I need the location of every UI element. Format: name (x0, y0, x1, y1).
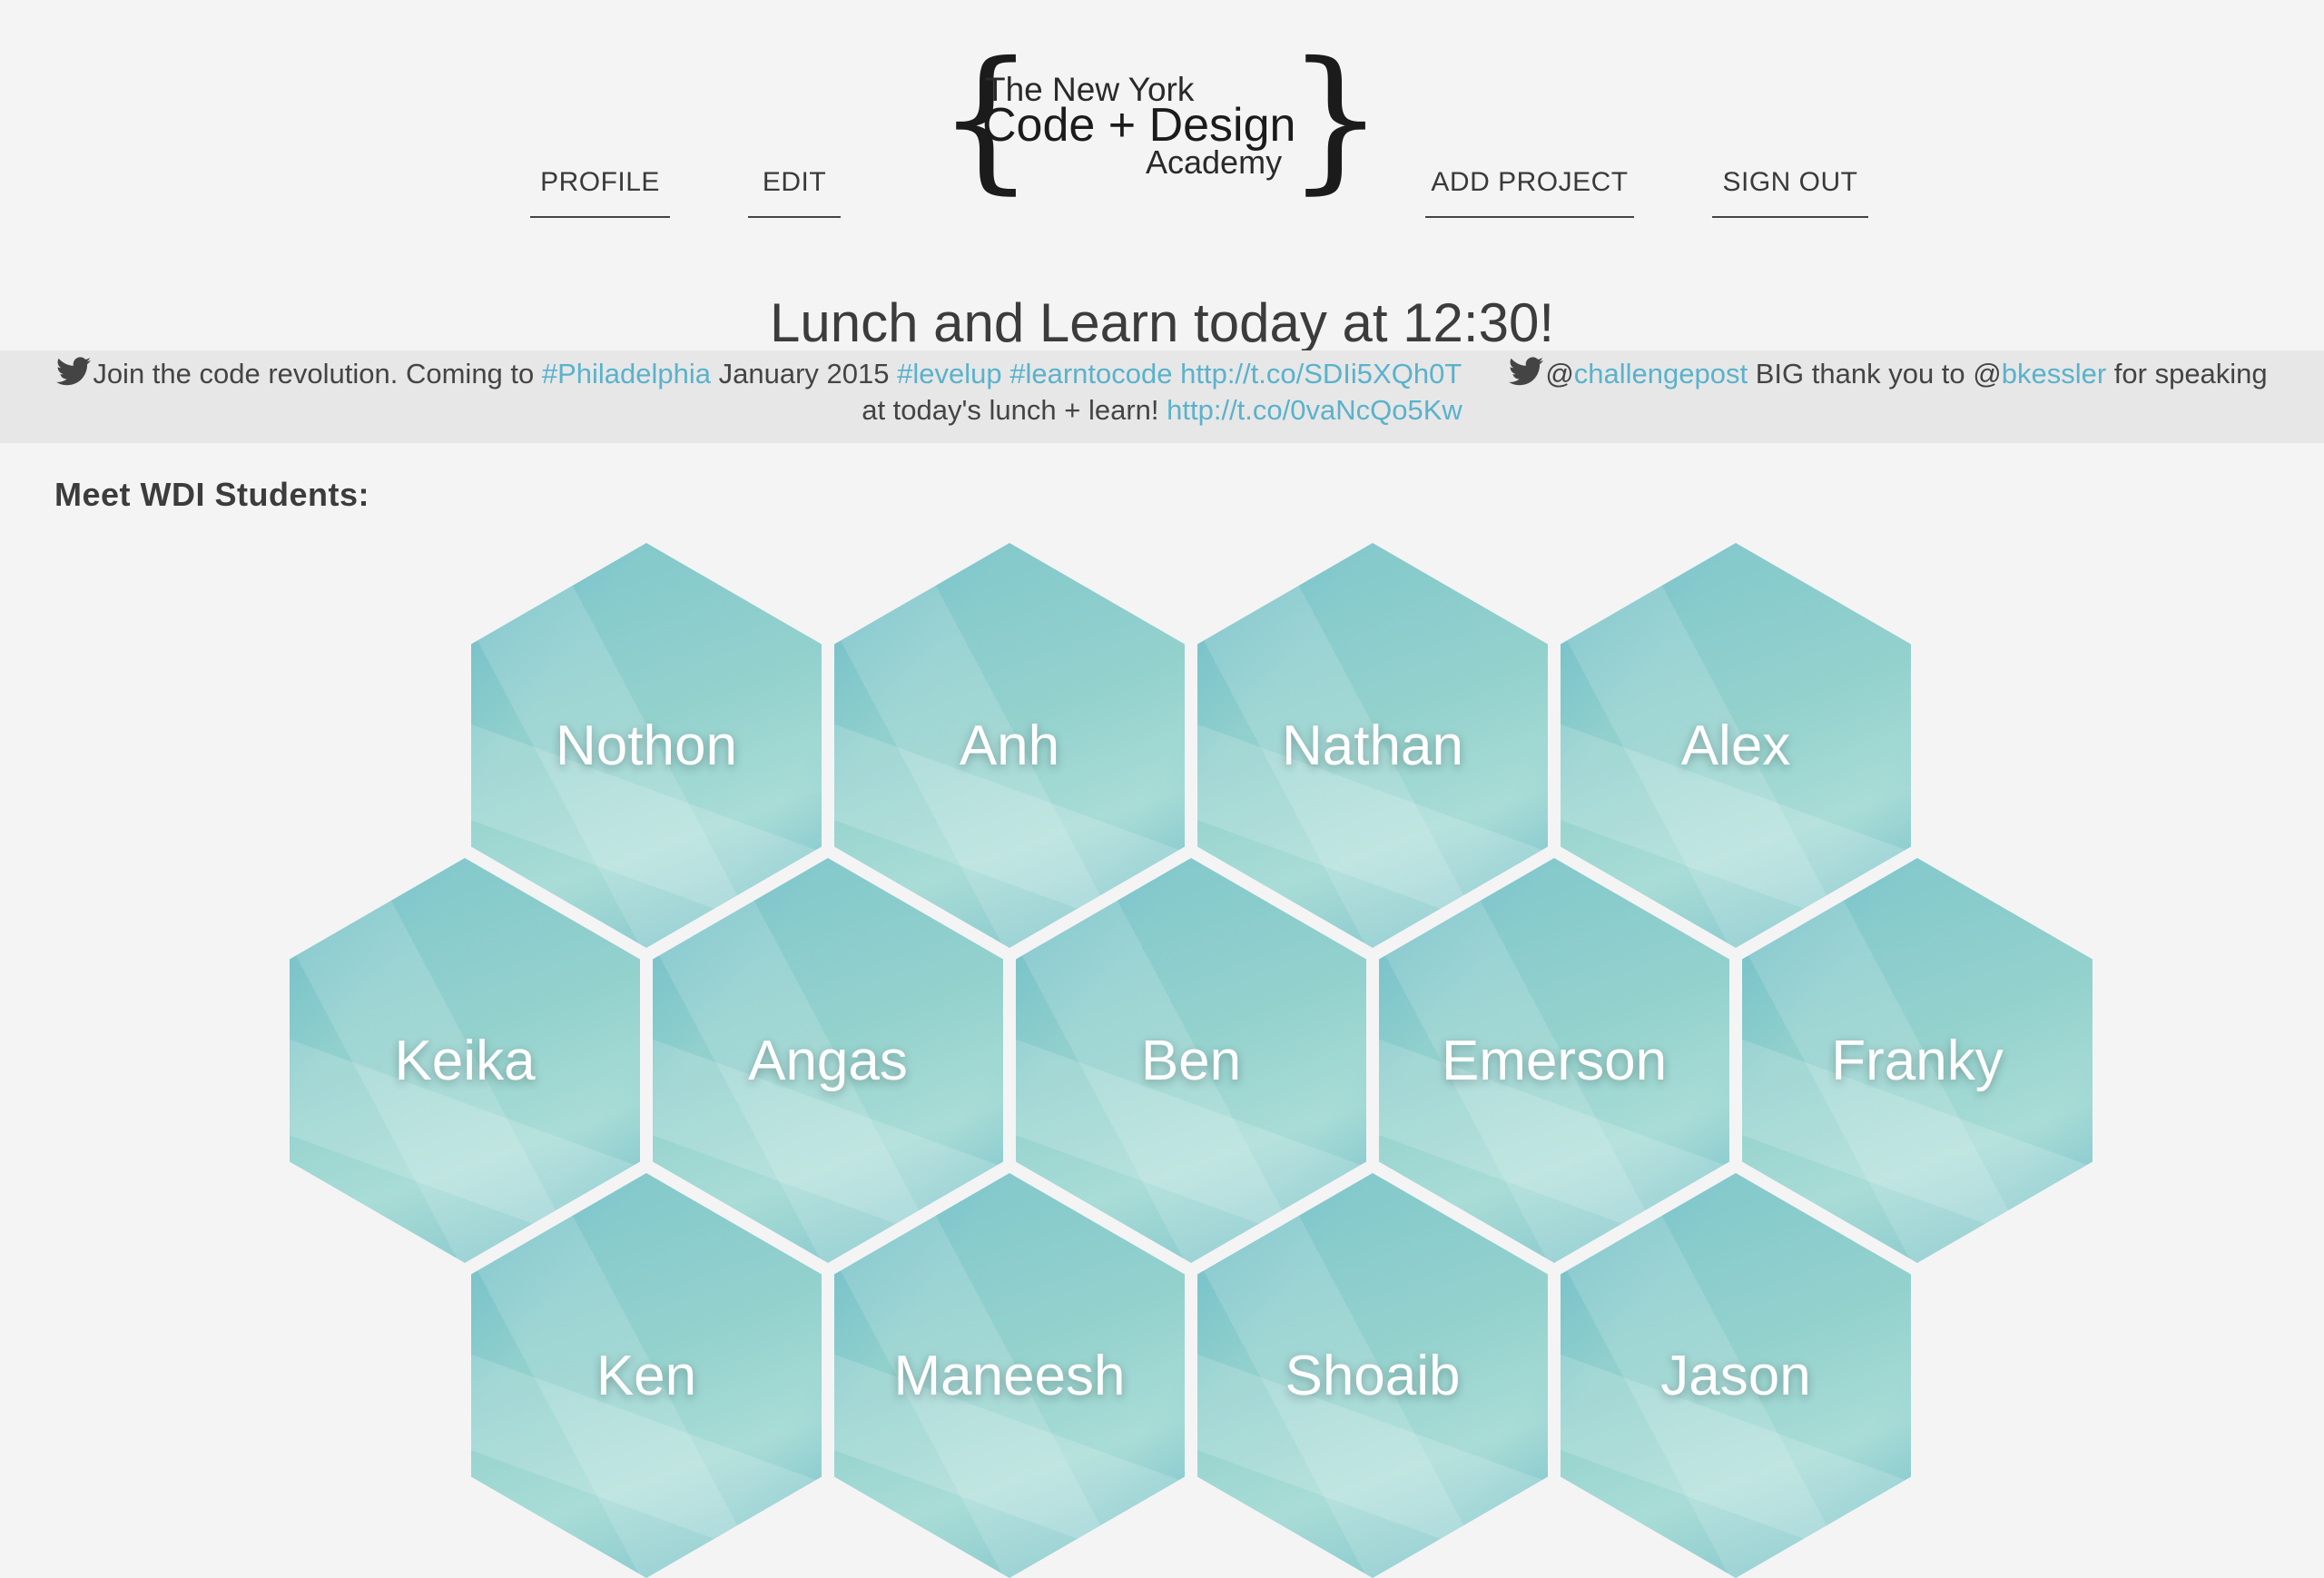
student-hex-card[interactable]: Nathan (1197, 543, 1548, 948)
student-name: Nothon (556, 714, 737, 777)
tweet-text: January 2015 (711, 358, 898, 390)
twitter-bird-icon (1509, 357, 1544, 386)
student-name: Shoaib (1285, 1344, 1461, 1407)
student-name: Maneesh (893, 1344, 1126, 1407)
mention-link[interactable]: bkessler (2002, 358, 2106, 390)
nav-edit-link[interactable]: EDIT (748, 162, 841, 218)
student-hex-card[interactable]: Anh (834, 543, 1185, 948)
logo-right-brace: } (1286, 29, 1385, 209)
student-name: Ben (1140, 1029, 1242, 1092)
student-name: Ken (596, 1344, 697, 1407)
student-hex-card[interactable]: Emerson (1379, 858, 1729, 1263)
logo-line-3: Academy (1146, 143, 1283, 181)
student-hex-card[interactable]: Ben (1016, 858, 1366, 1263)
student-name: Franky (1831, 1029, 2004, 1092)
nav-add-project-link[interactable]: ADD PROJECT (1425, 162, 1634, 218)
student-hex-card[interactable]: Ken (471, 1173, 822, 1578)
student-hex-card[interactable]: Keika (290, 858, 640, 1263)
student-name: Emerson (1441, 1029, 1668, 1092)
student-hex-card[interactable]: Jason (1561, 1173, 1911, 1578)
student-name: Anh (959, 714, 1060, 777)
tweet-url-link[interactable]: http://t.co/0vaNcQo5Kw (1167, 394, 1462, 426)
student-name: Keika (394, 1029, 536, 1092)
twitter-bird-icon (56, 357, 92, 386)
students-heading: Meet WDI Students: (54, 476, 369, 513)
student-hex-card[interactable]: Angas (653, 858, 1003, 1263)
tweet-item: Join the code revolution. Coming to #Phi… (56, 357, 1469, 390)
student-hex-card[interactable]: Shoaib (1197, 1173, 1548, 1578)
hashtag-link[interactable]: #learntocode (1009, 358, 1172, 390)
hashtag-link[interactable]: #Philadelphia (542, 358, 711, 390)
mention-link[interactable]: challengepost (1574, 358, 1748, 390)
announcement-banner: Lunch and Learn today at 12:30! (769, 292, 1555, 353)
tweet-url-link[interactable]: http://t.co/SDIi5XQh0T (1180, 358, 1462, 390)
student-name: Alex (1680, 714, 1791, 777)
tweet-text: @ (1545, 358, 1574, 390)
nav-sign-out-link[interactable]: SIGN OUT (1712, 162, 1868, 218)
student-hex-card[interactable]: Franky (1742, 858, 2093, 1263)
academy-logo[interactable]: { The New York Code + Design Academy } (935, 42, 1384, 198)
student-hex-card[interactable]: Nothon (471, 543, 822, 948)
student-hex-card[interactable]: Maneesh (834, 1173, 1185, 1578)
nav-profile-link[interactable]: PROFILE (530, 162, 670, 218)
hashtag-link[interactable]: #levelup (897, 358, 1001, 390)
student-name: Angas (748, 1029, 908, 1092)
student-name: Jason (1660, 1344, 1811, 1407)
student-hex-card[interactable]: Alex (1561, 543, 1911, 948)
tweet-ticker: Join the code revolution. Coming to #Phi… (0, 350, 2324, 443)
student-name: Nathan (1282, 714, 1463, 777)
tweet-text: BIG thank you to @ (1748, 358, 2002, 390)
tweet-text: Join the code revolution. Coming to (93, 358, 542, 390)
